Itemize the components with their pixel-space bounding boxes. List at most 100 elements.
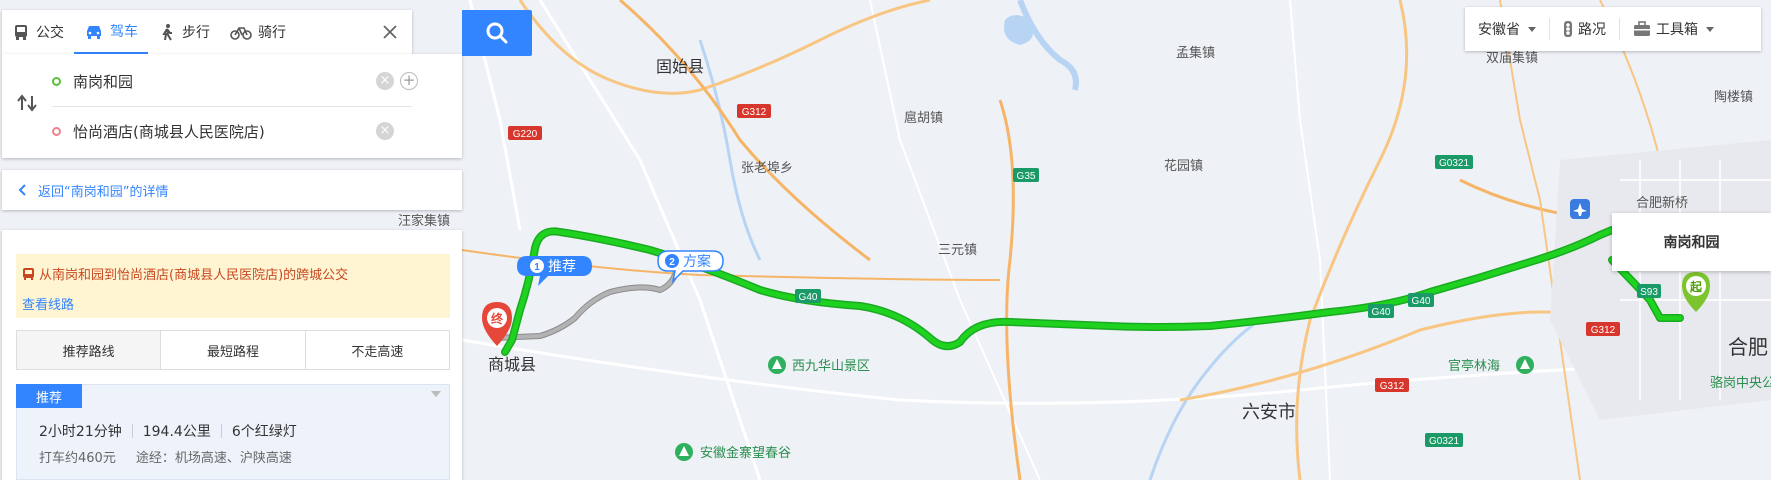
mode-drive-label: 驾车 (110, 24, 138, 40)
svg-text:G312: G312 (1591, 325, 1616, 336)
plan-stats: 2小时21分钟 194.4公里 6个红绿灯 (39, 421, 297, 441)
scenic-xijiuhua[interactable]: 西九华山景区 (768, 356, 870, 374)
svg-text:S93: S93 (1640, 287, 1658, 298)
label-hufu[interactable]: 扈胡镇 (904, 110, 943, 126)
walk-icon (162, 24, 172, 41)
plan-distance: 194.4公里 (142, 424, 211, 440)
svg-text:G220: G220 (513, 129, 538, 140)
mode-bus-label: 公交 (36, 25, 64, 41)
search-button[interactable] (462, 10, 532, 56)
label-hefei[interactable]: 合肥 (1728, 335, 1768, 359)
tab-shortest[interactable]: 最短路程 (160, 331, 305, 369)
map-toolbar: 安徽省 路况 工具箱 (1465, 7, 1761, 51)
chevron-down-icon[interactable] (431, 391, 441, 397)
svg-text:G40: G40 (1412, 296, 1431, 307)
mode-drive[interactable]: 驾车 (74, 10, 148, 54)
search-icon (486, 22, 508, 44)
svg-text:起: 起 (1689, 279, 1703, 294)
province-label: 安徽省 (1478, 22, 1520, 38)
label-mengji[interactable]: 孟集镇 (1176, 45, 1215, 61)
svg-text:G40: G40 (1372, 307, 1391, 318)
svg-text:骆岗中央公: 骆岗中央公 (1710, 375, 1771, 391)
svg-text:官亭林海: 官亭林海 (1448, 358, 1500, 374)
end-input[interactable]: 怡尚酒店(商城县人民医院店) (73, 121, 370, 142)
svg-text:安徽金寨望春谷: 安徽金寨望春谷 (700, 445, 791, 461)
svg-text:终: 终 (491, 311, 504, 326)
clear-start-button[interactable]: × (376, 72, 394, 90)
toolbox-button[interactable]: 工具箱 (1619, 18, 1727, 40)
toolbox-label: 工具箱 (1656, 22, 1698, 38)
label-hefei-new[interactable]: 合肥新桥 (1636, 195, 1688, 211)
shield-g312-c: G312 (1375, 378, 1409, 392)
bike-icon (230, 27, 252, 40)
mode-bike[interactable]: 骑行 (220, 10, 296, 54)
label-gushi[interactable]: 固始县 (656, 57, 704, 76)
shield-g312-b: G312 (1586, 322, 1620, 336)
province-select[interactable]: 安徽省 (1465, 18, 1549, 40)
end-dot (52, 126, 61, 136)
start-input[interactable]: 南岗和园 (73, 71, 370, 92)
swap-button[interactable] (16, 94, 38, 116)
label-shuangmiao[interactable]: 双庙集镇 (1486, 50, 1538, 66)
tab-recommended[interactable]: 推荐路线 (17, 331, 161, 369)
traffic-button[interactable]: 路况 (1549, 18, 1619, 40)
start-popup-label: 南岗和园 (1663, 235, 1720, 251)
label-huayuan[interactable]: 花园镇 (1164, 158, 1203, 174)
notice-text: 从南岗和园到怡尚酒店(商城县人民医院店)的跨城公交 (39, 268, 349, 283)
shield-g40-b: G40 (1368, 304, 1394, 318)
svg-text:2: 2 (669, 257, 675, 268)
cross-city-notice: 从南岗和园到怡尚酒店(商城县人民医院店)的跨城公交 查看线路 (16, 254, 450, 318)
clear-end-button[interactable]: × (376, 122, 394, 140)
mode-walk-label: 步行 (182, 25, 210, 41)
view-lines-link[interactable]: 查看线路 (22, 294, 74, 313)
plan-extra: 打车约460元 途经：机场高速、沪陕高速 (39, 447, 292, 466)
label-sanyuan[interactable]: 三元镇 (938, 243, 977, 258)
bus-icon (15, 25, 27, 40)
mode-walk[interactable]: 步行 (148, 10, 220, 54)
route-tabs: 推荐路线 最短路程 不走高速 (16, 330, 450, 370)
mode-bus[interactable]: 公交 (2, 10, 74, 54)
toolbox-icon (1634, 21, 1650, 36)
plan-taxi: 打车约460元 (39, 451, 116, 466)
svg-text:G40: G40 (799, 292, 818, 303)
label-jiangjia[interactable]: 汪家集镇 (398, 213, 450, 229)
travel-mode-bar: 公交 驾车 步行 骑行 (2, 10, 412, 54)
label-luogang[interactable]: 骆岗中央公 (1710, 375, 1771, 391)
shield-s93: S93 (1637, 284, 1661, 298)
end-field[interactable]: 怡尚酒店(商城县人民医院店) × (52, 106, 418, 156)
add-waypoint-button[interactable]: + (400, 72, 418, 90)
svg-text:G0321: G0321 (1439, 158, 1469, 169)
back-link-bar[interactable]: 返回“南岗和园”的详情 (2, 170, 462, 210)
label-zhanglao[interactable]: 张老埠乡 (741, 161, 793, 176)
traffic-label: 路况 (1578, 22, 1606, 38)
shield-g40-a: G40 (795, 289, 821, 303)
plan-via: 途经：机场高速、沪陕高速 (135, 451, 292, 466)
svg-text:G35: G35 (1017, 171, 1036, 182)
start-popup[interactable]: 南岗和园 (1612, 213, 1771, 271)
result-panel: 从南岗和园到怡尚酒店(商城县人民医院店)的跨城公交 查看线路 推荐路线 最短路程… (2, 230, 462, 480)
chevron-down-icon (1706, 26, 1714, 32)
scenic-guanting[interactable]: 官亭林海 (1448, 356, 1534, 374)
svg-text:G0321: G0321 (1429, 436, 1459, 447)
plan-card[interactable]: 推荐 2小时21分钟 194.4公里 6个红绿灯 打车约460元 途经：机场高速… (16, 384, 450, 480)
shield-g35: G35 (1013, 168, 1039, 182)
back-link[interactable]: 返回“南岗和园”的详情 (38, 181, 168, 200)
plan-tag: 推荐 (16, 384, 82, 408)
traffic-light-icon (1564, 21, 1572, 37)
bus-icon (23, 267, 34, 280)
svg-text:G312: G312 (1380, 381, 1405, 392)
shield-g312-a: G312 (737, 104, 771, 118)
plan-duration: 2小时21分钟 (39, 424, 122, 440)
label-shangcheng[interactable]: 商城县 (488, 355, 536, 374)
tab-no-highway[interactable]: 不走高速 (304, 331, 449, 369)
svg-text:1: 1 (534, 262, 540, 273)
svg-text:西九华山景区: 西九华山景区 (792, 359, 870, 374)
airport-icon[interactable] (1570, 199, 1590, 219)
close-button[interactable] (368, 10, 412, 54)
svg-text:方案: 方案 (683, 253, 711, 270)
start-field[interactable]: 南岗和园 × + (52, 56, 418, 106)
label-luan[interactable]: 六安市 (1242, 402, 1296, 423)
label-taolou[interactable]: 陶楼镇 (1714, 89, 1753, 105)
shield-g220: G220 (508, 126, 542, 140)
route-input-panel: 南岗和园 × + 怡尚酒店(商城县人民医院店) × (2, 54, 462, 158)
